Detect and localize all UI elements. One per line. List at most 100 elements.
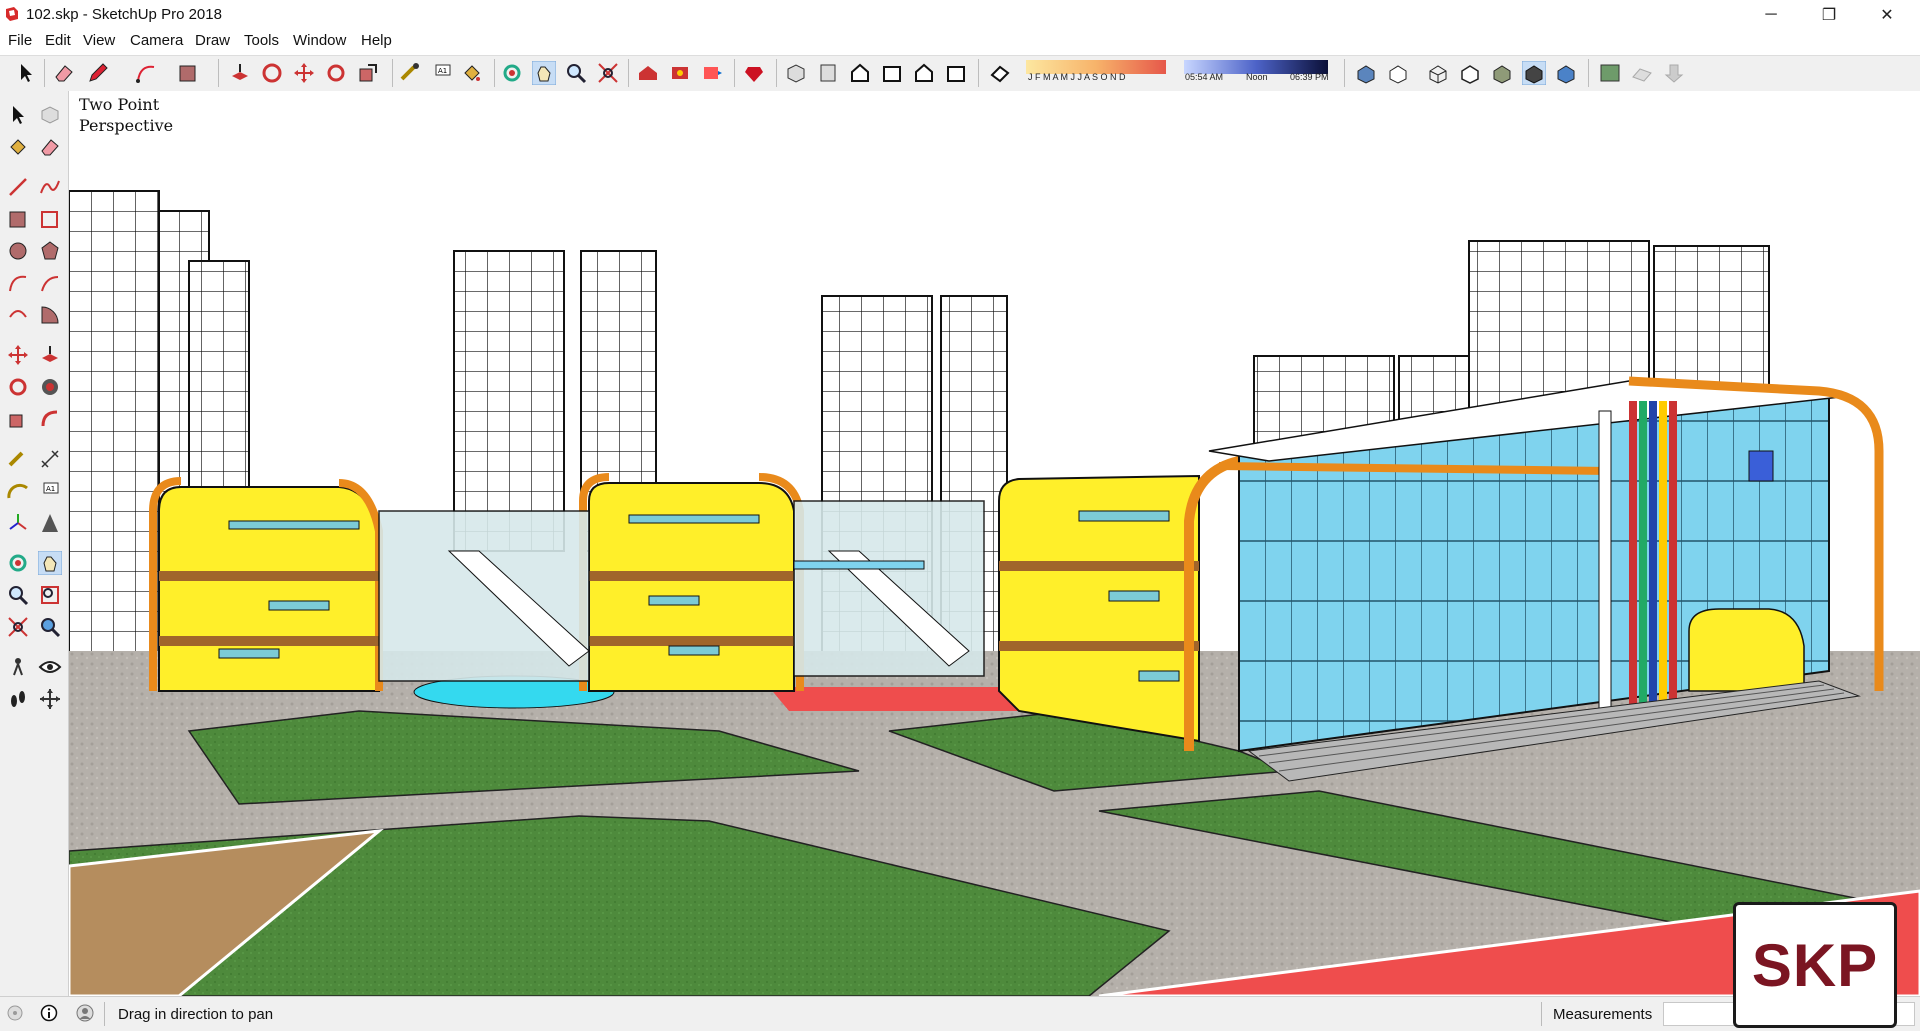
position-camera-tool-icon[interactable]: [6, 655, 30, 679]
front-view-icon[interactable]: [848, 61, 872, 85]
zoom-extents-icon[interactable]: [596, 61, 620, 85]
menu-edit[interactable]: Edit: [45, 32, 71, 49]
offset-tool-icon[interactable]: [38, 407, 62, 431]
rotated-rectangle-tool-icon[interactable]: [38, 207, 62, 231]
move-tool-icon[interactable]: [6, 343, 30, 367]
polygon-tool-icon[interactable]: [38, 239, 62, 263]
menu-tools[interactable]: Tools: [244, 32, 279, 49]
monochrome-style-icon[interactable]: [1554, 61, 1578, 85]
scale-icon[interactable]: [356, 61, 380, 85]
orbit-icon[interactable]: [500, 61, 524, 85]
geolocation-icon[interactable]: [6, 1004, 24, 1022]
line-tool-icon[interactable]: [6, 175, 30, 199]
camera-mode-line-1: Two Point: [79, 95, 160, 114]
scale-tool-icon[interactable]: [6, 407, 30, 431]
dimension-tool-icon[interactable]: [38, 447, 62, 471]
components-icon[interactable]: [668, 61, 692, 85]
xray-style-icon[interactable]: [1354, 61, 1378, 85]
menu-file[interactable]: File: [8, 32, 32, 49]
camera-mode-label: Two Point Perspective: [79, 94, 173, 136]
circle-tool-icon[interactable]: [6, 239, 30, 263]
pan-hand-icon[interactable]: [532, 61, 556, 85]
text-tool-icon[interactable]: A1: [38, 479, 62, 503]
shaded-textures-style-icon[interactable]: [1522, 61, 1546, 85]
top-view-icon[interactable]: [816, 61, 840, 85]
menu-window[interactable]: Window: [293, 32, 346, 49]
rotate-icon[interactable]: [324, 61, 348, 85]
rectangle-icon[interactable]: [176, 61, 200, 85]
credits-info-icon[interactable]: [40, 1004, 58, 1022]
three-point-arc-tool-icon[interactable]: [6, 303, 30, 327]
two-point-arc-tool-icon[interactable]: [38, 271, 62, 295]
back-view-icon[interactable]: [912, 61, 936, 85]
shaded-style-icon[interactable]: [1490, 61, 1514, 85]
select-arrow-icon[interactable]: [14, 61, 38, 85]
previous-view-tool-icon[interactable]: [38, 615, 62, 639]
rotate-tool-icon[interactable]: [6, 375, 30, 399]
photo-textures-icon[interactable]: [1662, 61, 1686, 85]
push-pull-icon[interactable]: [228, 61, 252, 85]
arc-icon[interactable]: [134, 61, 158, 85]
paint-bucket-icon[interactable]: [460, 61, 484, 85]
text-icon[interactable]: A1: [430, 61, 454, 85]
extension-warehouse-icon[interactable]: [742, 61, 766, 85]
measurements-label: Measurements: [1553, 1006, 1653, 1023]
pencil-icon[interactable]: [86, 61, 110, 85]
orbit-tool-icon[interactable]: [6, 551, 30, 575]
hidden-line-style-icon[interactable]: [1458, 61, 1482, 85]
shadow-time-noon: Noon: [1246, 72, 1268, 82]
window-title: 102.skp - SketchUp Pro 2018: [26, 6, 222, 23]
look-around-tool-icon[interactable]: [38, 655, 62, 679]
maximize-button[interactable]: ❐: [1800, 0, 1858, 30]
shadows-toggle-icon[interactable]: [988, 61, 1012, 85]
iso-view-icon[interactable]: [784, 61, 808, 85]
user-account-icon[interactable]: [76, 1004, 94, 1022]
pie-tool-icon[interactable]: [38, 303, 62, 327]
pan-tool-icon[interactable]: [38, 551, 62, 575]
yellow-block-middle: [579, 473, 804, 692]
3d-text-tool-icon[interactable]: [38, 511, 62, 535]
axes-tool-icon[interactable]: [6, 511, 30, 535]
walk-tool-icon[interactable]: [6, 687, 30, 711]
back-edges-style-icon[interactable]: [1386, 61, 1410, 85]
menu-draw[interactable]: Draw: [195, 32, 230, 49]
share-model-icon[interactable]: [700, 61, 724, 85]
eraser-icon[interactable]: [52, 61, 76, 85]
zoom-tool-icon[interactable]: [6, 583, 30, 607]
eraser-tool-icon[interactable]: [38, 135, 62, 159]
warehouse-icon[interactable]: [636, 61, 660, 85]
follow-me-icon[interactable]: [260, 61, 284, 85]
move-icon[interactable]: [292, 61, 316, 85]
add-location-icon[interactable]: [1598, 61, 1622, 85]
right-view-icon[interactable]: [880, 61, 904, 85]
zoom-icon[interactable]: [564, 61, 588, 85]
yellow-block-left: [149, 477, 383, 692]
wireframe-style-icon[interactable]: [1426, 61, 1450, 85]
menu-bar: [0, 30, 1920, 54]
zoom-extents-tool-icon[interactable]: [6, 615, 30, 639]
menu-help[interactable]: Help: [361, 32, 392, 49]
left-view-icon[interactable]: [944, 61, 968, 85]
tape-measure-tool-icon[interactable]: [6, 447, 30, 471]
section-plane-tool-icon[interactable]: [38, 687, 62, 711]
tape-measure-icon[interactable]: [398, 61, 422, 85]
zoom-window-tool-icon[interactable]: [38, 583, 62, 607]
svg-text:A1: A1: [438, 67, 447, 75]
paint-bucket-tool-icon[interactable]: [6, 135, 30, 159]
rectangle-tool-icon[interactable]: [6, 207, 30, 231]
model-viewport[interactable]: [69, 91, 1920, 996]
menu-view[interactable]: View: [83, 32, 115, 49]
toggle-terrain-icon[interactable]: [1630, 61, 1654, 85]
close-button[interactable]: ✕: [1858, 0, 1916, 30]
shadow-time-end: 06:39 PM: [1290, 72, 1329, 82]
minimize-button[interactable]: ─: [1742, 0, 1800, 30]
arc-tool-icon[interactable]: [6, 271, 30, 295]
follow-me-tool-icon[interactable]: [38, 375, 62, 399]
protractor-tool-icon[interactable]: [6, 479, 30, 503]
select-tool-icon[interactable]: [6, 103, 30, 127]
menu-camera[interactable]: Camera: [130, 32, 183, 49]
svg-text:A1: A1: [46, 485, 55, 493]
push-pull-tool-icon[interactable]: [38, 343, 62, 367]
make-component-icon[interactable]: [38, 103, 62, 127]
freehand-tool-icon[interactable]: [38, 175, 62, 199]
